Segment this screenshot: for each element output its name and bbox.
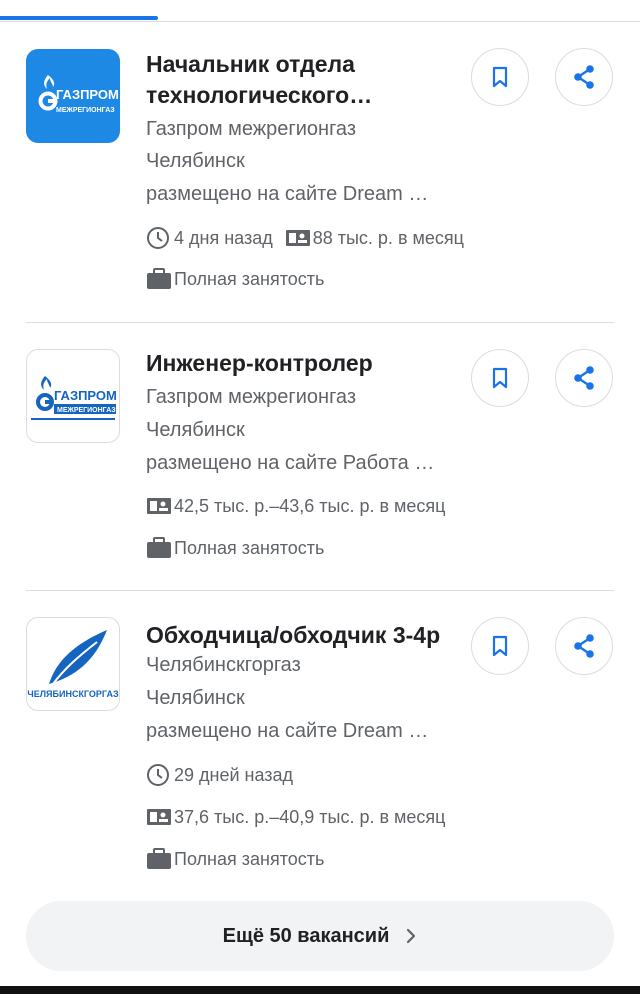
clock-icon [146,225,174,251]
company-name: Газпром межрегионгаз [146,386,356,408]
active-tab-indicator [0,16,158,20]
job-location: Челябинск [146,419,245,441]
save-button[interactable] [471,349,529,407]
salary-icon [285,225,313,251]
posted-time: 29 дней назад [174,764,294,785]
job-source: размещено на сайте Dream … [146,183,429,205]
job-title[interactable]: Обходчица/обходчик 3-4р [146,620,458,651]
share-icon [574,366,594,390]
job-title[interactable]: Начальник отдела технологического… [146,49,458,111]
gazprom-logo-icon: ГАЗПРОМ МЕЖРЕГИОНГАЗ [31,376,117,420]
job-source: размещено на сайте Работа … [146,452,435,474]
svg-text:ЧЕЛЯБИНСКГОРГАЗ: ЧЕЛЯБИНСКГОРГАЗ [27,689,119,699]
svg-text:ГАЗПРОМ: ГАЗПРОМ [56,87,119,102]
gazprom-logo-icon: ГАЗПРОМ МЕЖРЕГИОНГАЗ [38,75,119,114]
employment-row: Полная занятость [146,535,324,561]
share-button[interactable] [555,617,613,675]
bookmark-icon [492,367,508,389]
clock-icon [146,762,174,788]
job-meta-row: 4 дня назад 88 тыс. р. в месяц [146,225,464,251]
company-logo: ЧЕЛЯБИНСКГОРГАЗ [26,617,120,711]
company-name: Газпром межрегионгаз [146,118,356,140]
svg-text:ГАЗПРОМ: ГАЗПРОМ [54,388,117,403]
save-button[interactable] [471,617,529,675]
salary: 88 тыс. р. в месяц [312,227,464,248]
system-navigation-bar [0,986,640,994]
job-location: Челябинск [146,150,245,172]
briefcase-icon [146,846,174,872]
more-jobs-button[interactable]: Ещё 50 вакансий [26,901,614,971]
company-name: Челябинскгоргаз [146,654,301,676]
share-icon [574,634,594,658]
salary: 37,6 тыс. р.–40,9 тыс. р. в месяц [174,806,446,827]
posted-time: 4 дня назад [174,227,273,248]
save-button[interactable] [471,48,529,106]
job-meta-row: 42,5 тыс. р.–43,6 тыс. р. в месяц [146,493,445,519]
job-meta-row: 29 дней назад [146,762,293,788]
company-logo: ГАЗПРОМ МЕЖРЕГИОНГАЗ [26,49,120,143]
job-title[interactable]: Инженер-контролер [146,348,458,379]
svg-text:МЕЖРЕГИОНГАЗ: МЕЖРЕГИОНГАЗ [57,407,116,414]
job-source: размещено на сайте Dream … [146,720,429,742]
job-location: Челябинск [146,687,245,709]
salary-icon [146,804,174,830]
job-card[interactable]: ЧЕЛЯБИНСКГОРГАЗ Обходчица/обходчик 3-4р … [0,591,640,891]
more-jobs-label: Ещё 50 вакансий [222,924,390,947]
job-results-page: ГАЗПРОМ МЕЖРЕГИОНГАЗ Начальник отдела те… [0,0,640,994]
employment-row: Полная занятость [146,846,324,872]
leaf-logo-icon: ЧЕЛЯБИНСКГОРГАЗ [27,630,119,699]
employment-type: Полная занятость [174,268,325,289]
briefcase-icon [146,535,174,561]
salary-icon [146,493,174,519]
company-logo: ГАЗПРОМ МЕЖРЕГИОНГАЗ [26,349,120,443]
salary: 42,5 тыс. р.–43,6 тыс. р. в месяц [174,495,446,516]
briefcase-icon [146,266,174,292]
svg-text:МЕЖРЕГИОНГАЗ: МЕЖРЕГИОНГАЗ [56,107,115,114]
employment-row: Полная занятость [146,266,324,292]
bookmark-icon [492,635,508,657]
job-card[interactable]: ГАЗПРОМ МЕЖРЕГИОНГАЗ Инженер-контролер Г… [0,323,640,590]
share-button[interactable] [555,48,613,106]
employment-type: Полная занятость [174,848,325,869]
job-meta-row: 37,6 тыс. р.–40,9 тыс. р. в месяц [146,804,445,830]
share-icon [574,65,594,89]
job-card[interactable]: ГАЗПРОМ МЕЖРЕГИОНГАЗ Начальник отдела те… [0,22,640,322]
tab-bar [0,0,640,22]
bookmark-icon [492,66,508,88]
share-button[interactable] [555,349,613,407]
employment-type: Полная занятость [174,537,325,558]
chevron-right-icon [405,927,417,945]
